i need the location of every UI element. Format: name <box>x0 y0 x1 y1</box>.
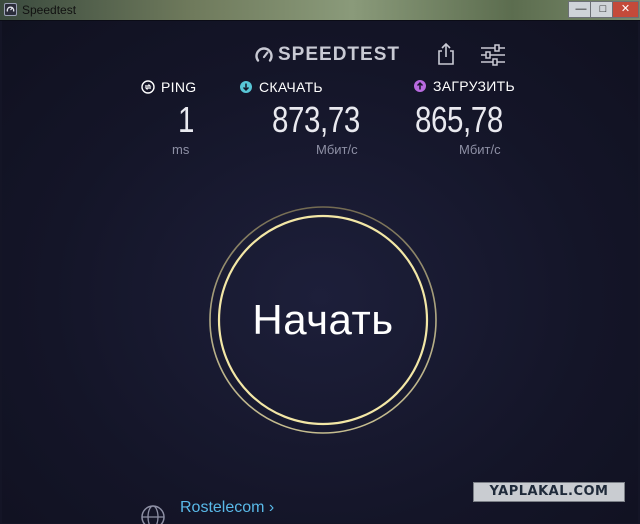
speedometer-icon <box>255 47 273 62</box>
upload-metric: ЗАГРУЗИТЬ <box>413 78 515 94</box>
start-button[interactable]: Начать <box>207 204 439 436</box>
logo-text: SPEEDTEST <box>278 44 400 65</box>
ping-unit: ms <box>172 142 190 157</box>
upload-label: ЗАГРУЗИТЬ <box>433 78 515 94</box>
globe-icon <box>141 505 165 524</box>
settings-button[interactable] <box>480 44 506 66</box>
upload-value: 865,78 <box>415 99 503 140</box>
download-icon <box>240 81 252 93</box>
download-metric: СКАЧАТЬ <box>239 79 323 95</box>
ping-label: PING <box>161 79 197 95</box>
window-title: Speedtest <box>22 3 77 17</box>
speedtest-logo: SPEEDTEST <box>254 43 400 67</box>
download-unit: Мбит/с <box>316 142 358 157</box>
site-watermark: YAPLAKAL.COM <box>473 482 625 502</box>
upload-unit: Мбит/с <box>459 142 501 157</box>
speedtest-main: SPEEDTEST PING 1 ms СКАЧАТЬ 873,73 Мбит/… <box>2 21 638 524</box>
ping-icon <box>141 80 155 94</box>
download-label: СКАЧАТЬ <box>259 79 323 95</box>
share-icon <box>438 42 454 65</box>
upload-icon <box>414 80 426 92</box>
ping-value: 1 <box>178 99 195 140</box>
close-button[interactable]: ✕ <box>612 1 639 18</box>
download-value: 873,73 <box>272 99 360 140</box>
provider-link[interactable]: Rostelecom › <box>180 499 274 517</box>
window-titlebar[interactable]: Speedtest — □ ✕ <box>0 0 640 21</box>
share-button[interactable] <box>435 42 457 66</box>
start-button-label: Начать <box>252 296 394 343</box>
ping-metric: PING <box>141 79 196 95</box>
settings-sliders-icon <box>481 44 505 66</box>
speedtest-app-icon <box>4 3 17 16</box>
